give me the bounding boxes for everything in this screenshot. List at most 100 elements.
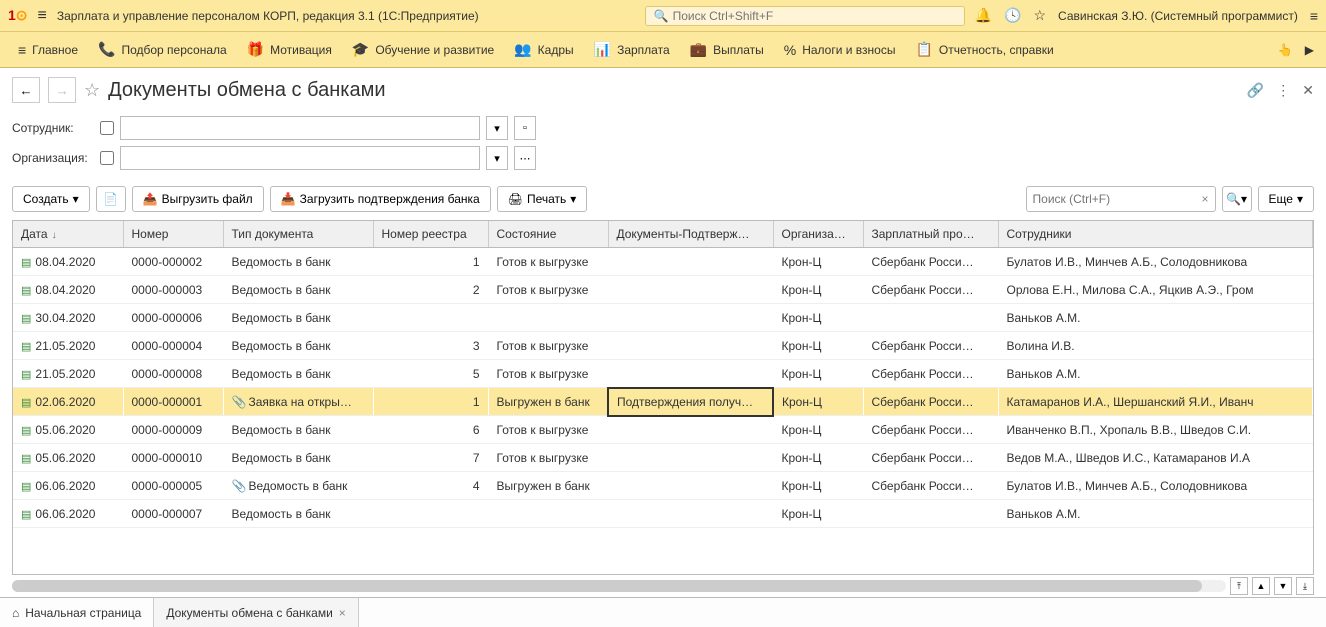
scroll-bottom-button[interactable]: ⤓: [1296, 577, 1314, 595]
more-button[interactable]: Еще▾: [1258, 186, 1314, 212]
cell-project[interactable]: Сбербанк Росси…: [863, 332, 998, 360]
cell-state[interactable]: Готов к выгрузке: [488, 332, 608, 360]
table-row[interactable]: ▤08.04.20200000-000003Ведомость в банк2Г…: [13, 276, 1313, 304]
cell-employees[interactable]: Ваньков А.М.: [998, 360, 1313, 388]
back-button[interactable]: ←: [12, 77, 40, 103]
cell-project[interactable]: Сбербанк Росси…: [863, 360, 998, 388]
table-row[interactable]: ▤06.06.20200000-000005📎Ведомость в банк4…: [13, 472, 1313, 500]
bottom-tab[interactable]: ⌂Начальная страница: [0, 598, 154, 627]
cell-docs[interactable]: [608, 276, 773, 304]
scroll-down-button[interactable]: ▼: [1274, 577, 1292, 595]
cell-registry[interactable]: 2: [373, 276, 488, 304]
search-submit-button[interactable]: 🔍▾: [1222, 186, 1252, 212]
cell-docs[interactable]: [608, 332, 773, 360]
cell-docs[interactable]: [608, 472, 773, 500]
cell-employees[interactable]: Иванченко В.П., Хропаль В.В., Шведов С.И…: [998, 416, 1313, 444]
copy-button[interactable]: 📄: [96, 186, 126, 212]
cell-date[interactable]: ▤21.05.2020: [13, 360, 123, 388]
print-button[interactable]: 🖨Печать▾: [497, 186, 588, 212]
cell-type[interactable]: 📎Заявка на откры…: [223, 388, 373, 416]
scroll-up-button[interactable]: ▲: [1252, 577, 1270, 595]
menu-bars-icon[interactable]: ≡: [1310, 8, 1318, 24]
cell-number[interactable]: 0000-000004: [123, 332, 223, 360]
cell-registry[interactable]: [373, 304, 488, 332]
nav-item-4[interactable]: 👥Кадры: [504, 35, 583, 64]
scroll-top-button[interactable]: ⤒: [1230, 577, 1248, 595]
cell-registry[interactable]: 3: [373, 332, 488, 360]
cell-state[interactable]: Готов к выгрузке: [488, 444, 608, 472]
cell-registry[interactable]: 1: [373, 388, 488, 416]
cell-project[interactable]: Сбербанк Росси…: [863, 248, 998, 276]
bottom-tab[interactable]: Документы обмена с банками×: [154, 598, 358, 627]
cell-org[interactable]: Крон-Ц: [773, 332, 863, 360]
close-icon[interactable]: ✕: [1302, 82, 1314, 99]
cell-type[interactable]: Ведомость в банк: [223, 304, 373, 332]
cell-date[interactable]: ▤05.06.2020: [13, 416, 123, 444]
cell-docs[interactable]: [608, 360, 773, 388]
column-header[interactable]: Состояние: [488, 221, 608, 248]
cell-employees[interactable]: Ваньков А.М.: [998, 304, 1313, 332]
cell-state[interactable]: Готов к выгрузке: [488, 360, 608, 388]
filter-employee-dropdown[interactable]: ▾: [486, 116, 508, 140]
table-search-input[interactable]: [1027, 192, 1196, 206]
cell-employees[interactable]: Булатов И.В., Минчев А.Б., Солодовникова: [998, 248, 1313, 276]
column-header[interactable]: Номер: [123, 221, 223, 248]
cell-date[interactable]: ▤30.04.2020: [13, 304, 123, 332]
cell-registry[interactable]: 1: [373, 248, 488, 276]
star-icon[interactable]: ☆: [1033, 7, 1046, 24]
cell-state[interactable]: Готов к выгрузке: [488, 248, 608, 276]
cell-project[interactable]: Сбербанк Росси…: [863, 444, 998, 472]
cell-org[interactable]: Крон-Ц: [773, 304, 863, 332]
cell-date[interactable]: ▤21.05.2020: [13, 332, 123, 360]
cell-type[interactable]: Ведомость в банк: [223, 332, 373, 360]
cell-project[interactable]: Сбербанк Росси…: [863, 388, 998, 416]
filter-employee-input[interactable]: [120, 116, 480, 140]
cell-employees[interactable]: Ведов М.А., Шведов И.С., Катамаранов И.А: [998, 444, 1313, 472]
nav-item-6[interactable]: 💼Выплаты: [680, 35, 774, 64]
nav-item-8[interactable]: 📋Отчетность, справки: [905, 35, 1063, 64]
cell-type[interactable]: Ведомость в банк: [223, 276, 373, 304]
column-header[interactable]: Документы-Подтверж…: [608, 221, 773, 248]
column-header[interactable]: Организа…: [773, 221, 863, 248]
user-label[interactable]: Савинская З.Ю. (Системный программист): [1058, 9, 1298, 23]
cell-org[interactable]: Крон-Ц: [773, 360, 863, 388]
cell-project[interactable]: [863, 304, 998, 332]
global-search-input[interactable]: [673, 9, 956, 23]
link-icon[interactable]: 🔗: [1247, 82, 1264, 99]
favorite-star-icon[interactable]: ☆: [84, 80, 100, 101]
cell-docs[interactable]: [608, 304, 773, 332]
column-header[interactable]: Сотрудники: [998, 221, 1313, 248]
bell-icon[interactable]: 🔔: [975, 7, 992, 24]
nav-item-5[interactable]: 📊Зарплата: [584, 35, 680, 64]
filter-employee-checkbox[interactable]: [100, 121, 114, 135]
cell-docs[interactable]: [608, 500, 773, 528]
cell-state[interactable]: Готов к выгрузке: [488, 276, 608, 304]
table-row[interactable]: ▤05.06.20200000-000009Ведомость в банк6Г…: [13, 416, 1313, 444]
cell-number[interactable]: 0000-000002: [123, 248, 223, 276]
column-header[interactable]: Номер реестра: [373, 221, 488, 248]
nav-item-0[interactable]: ≡Главное: [8, 35, 88, 64]
cell-docs[interactable]: [608, 444, 773, 472]
column-header[interactable]: Дата↓: [13, 221, 123, 248]
cell-project[interactable]: Сбербанк Росси…: [863, 472, 998, 500]
hamburger-icon[interactable]: ≡: [38, 7, 47, 25]
kebab-icon[interactable]: ⋮: [1276, 82, 1290, 99]
cell-date[interactable]: ▤08.04.2020: [13, 248, 123, 276]
cell-registry[interactable]: 6: [373, 416, 488, 444]
filter-org-input[interactable]: [120, 146, 480, 170]
table-search[interactable]: ×: [1026, 186, 1216, 212]
forward-button[interactable]: →: [48, 77, 76, 103]
filter-org-dropdown[interactable]: ▾: [486, 146, 508, 170]
cell-registry[interactable]: 7: [373, 444, 488, 472]
cell-state[interactable]: Выгружен в банк: [488, 472, 608, 500]
table-row[interactable]: ▤02.06.20200000-000001📎Заявка на откры…1…: [13, 388, 1313, 416]
cell-number[interactable]: 0000-000001: [123, 388, 223, 416]
tab-close-icon[interactable]: ×: [339, 606, 346, 620]
nav-item-3[interactable]: 🎓Обучение и развитие: [342, 35, 504, 64]
cell-docs[interactable]: [608, 416, 773, 444]
horizontal-scrollbar[interactable]: [12, 580, 1226, 592]
cell-project[interactable]: Сбербанк Росси…: [863, 276, 998, 304]
cell-date[interactable]: ▤06.06.2020: [13, 500, 123, 528]
cell-number[interactable]: 0000-000007: [123, 500, 223, 528]
cell-registry[interactable]: 5: [373, 360, 488, 388]
